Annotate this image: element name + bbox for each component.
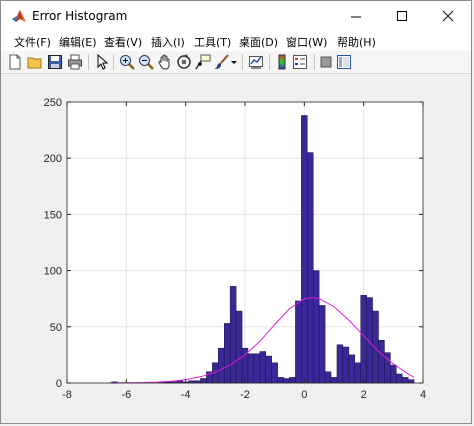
histogram-bar <box>336 344 344 384</box>
histogram-bar <box>200 378 207 384</box>
menu-help[interactable]: 帮助(H) <box>337 34 376 50</box>
histogram-bar <box>247 353 255 384</box>
histogram-bar <box>354 362 361 384</box>
histogram-bar <box>271 362 278 384</box>
histogram-bar <box>396 373 403 384</box>
figure-window: Error Histogram 文件(F) 编辑(E) 查看(V) 插入(I) … <box>0 0 472 424</box>
histogram-bar <box>407 379 415 384</box>
histogram-bar <box>312 270 320 384</box>
histogram-bar <box>259 351 267 384</box>
histogram-bar <box>235 310 243 384</box>
histogram-bar <box>283 378 290 384</box>
zoom-in-icon[interactable] <box>119 54 135 70</box>
toolbar-separator <box>113 54 114 70</box>
pan-hand-icon[interactable] <box>157 54 173 70</box>
toolbar-separator <box>88 54 89 70</box>
histogram-bar <box>289 377 296 384</box>
histogram-bar <box>348 354 356 384</box>
histogram-bar <box>301 115 308 384</box>
menu-window[interactable]: 窗口(W) <box>286 34 327 50</box>
menu-desktop[interactable]: 桌面(D) <box>239 34 278 50</box>
histogram-plot[interactable]: -8 -6 -4 -2 0 2 4 0 50 100 150 200 250 <box>7 76 465 419</box>
x-tick-label: -4 <box>181 389 191 401</box>
pointer-icon[interactable] <box>94 54 110 70</box>
y-tick-label: 50 <box>50 322 62 334</box>
histogram-bar <box>372 310 379 384</box>
minimize-button[interactable] <box>333 1 379 32</box>
brush-icon[interactable] <box>214 54 230 70</box>
print-icon[interactable] <box>67 54 83 70</box>
show-plot-tools-icon[interactable] <box>336 54 352 70</box>
colorbar-icon[interactable] <box>274 54 290 70</box>
histogram-bar <box>330 377 338 384</box>
x-tick-label: -8 <box>62 389 72 401</box>
x-tick-label: 0 <box>301 389 307 401</box>
data-cursor-icon[interactable] <box>195 54 211 70</box>
menu-file[interactable]: 文件(F) <box>14 34 51 50</box>
histogram-bar <box>265 355 272 384</box>
hide-plot-tools-icon[interactable] <box>318 54 334 70</box>
y-tick-label: 100 <box>44 266 62 278</box>
histogram-bar <box>318 305 326 384</box>
histogram-bar <box>342 346 350 384</box>
figure-toolbar <box>1 51 471 74</box>
figure-canvas: -8 -6 -4 -2 0 2 4 0 50 100 150 200 250 <box>7 76 465 419</box>
histogram-bar <box>390 364 397 384</box>
window-title: Error Histogram <box>32 9 128 23</box>
open-file-icon[interactable] <box>27 54 43 70</box>
histogram-bar <box>223 323 231 384</box>
histogram-bar <box>218 347 225 384</box>
histogram-bar <box>307 152 314 384</box>
maximize-button[interactable] <box>379 1 425 32</box>
title-bar[interactable]: Error Histogram <box>1 1 471 32</box>
histogram-bar <box>360 295 367 384</box>
histogram-bar <box>229 286 237 384</box>
link-plot-icon[interactable] <box>248 54 264 70</box>
histogram-bar <box>401 377 409 384</box>
x-tick-label: -6 <box>121 389 131 401</box>
x-tick-label: -2 <box>240 389 250 401</box>
menu-insert[interactable]: 插入(I) <box>151 34 185 50</box>
y-tick-label: 200 <box>44 153 62 165</box>
new-figure-icon[interactable] <box>7 54 23 70</box>
histogram-bar <box>378 340 385 384</box>
menu-bar: 文件(F) 编辑(E) 查看(V) 插入(I) 工具(T) 桌面(D) 窗口(W… <box>1 32 471 51</box>
menu-view[interactable]: 查看(V) <box>104 34 142 50</box>
dropdown-arrow-icon[interactable] <box>230 54 238 70</box>
legend-icon[interactable] <box>292 54 308 70</box>
x-tick-label: 4 <box>420 389 426 401</box>
y-tick-label: 250 <box>44 97 62 109</box>
menu-edit[interactable]: 编辑(E) <box>59 34 97 50</box>
histogram-bar <box>253 353 261 384</box>
toolbar-separator <box>314 54 315 70</box>
matlab-logo-icon <box>12 10 26 22</box>
close-button[interactable] <box>425 1 471 32</box>
x-tick-label: 2 <box>361 389 367 401</box>
rotate-3d-icon[interactable] <box>176 54 192 70</box>
y-tick-label: 150 <box>44 209 62 221</box>
histogram-bar <box>295 300 302 384</box>
y-tick-label: 0 <box>56 378 62 390</box>
histogram-bar <box>277 377 284 384</box>
save-icon[interactable] <box>47 54 63 70</box>
toolbar-separator <box>242 54 243 70</box>
menu-tools[interactable]: 工具(T) <box>194 34 231 50</box>
toolbar-separator <box>269 54 270 70</box>
histogram-bar <box>324 371 332 384</box>
zoom-out-icon[interactable] <box>138 54 154 70</box>
